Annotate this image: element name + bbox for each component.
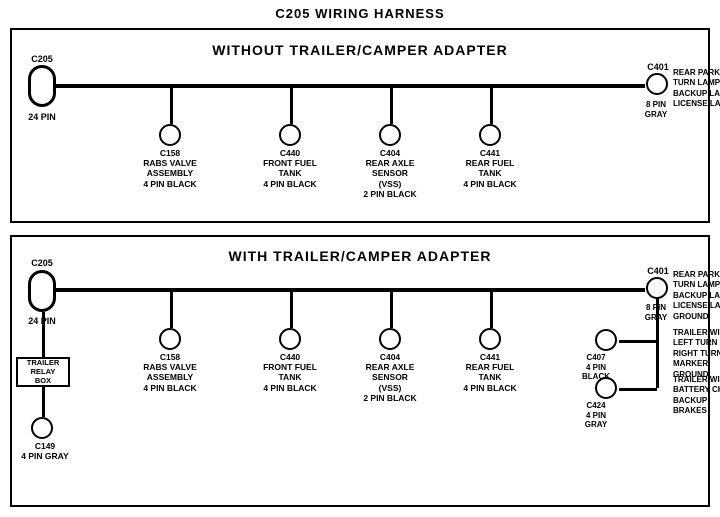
- bottom-wire-line: [55, 288, 645, 292]
- top-wire-line: [55, 84, 645, 88]
- bottom-c158-label: C158RABS VALVEASSEMBLY4 PIN BLACK: [140, 352, 200, 393]
- top-c441-dropline: [490, 86, 493, 124]
- bottom-c424-connector: [595, 377, 617, 399]
- top-c158-label: C158RABS VALVEASSEMBLY4 PIN BLACK: [140, 148, 200, 189]
- top-c401-pin-label: 8 PINGRAY: [636, 100, 676, 119]
- bottom-c407-desc-label: TRAILER WIRESLEFT TURNRIGHT TURNMARKERGR…: [673, 328, 720, 380]
- bottom-c424-id-label: C4244 PINGRAY: [576, 401, 616, 430]
- bottom-c401-desc-label: REAR PARK/STOPTURN LAMPSBACKUP LAMPSLICE…: [673, 270, 720, 322]
- top-c158-dropline: [170, 86, 173, 124]
- bottom-c440-label: C440FRONT FUELTANK4 PIN BLACK: [260, 352, 320, 393]
- top-c401-desc-label: REAR PARK/STOPTURN LAMPSBACKUP LAMPSLICE…: [673, 68, 720, 110]
- top-c205-id-label: C205: [22, 54, 62, 65]
- trailer-relay-dropline: [42, 312, 45, 357]
- bottom-c205-connector: [28, 270, 56, 312]
- bottom-c424-desc-label: TRAILER WIRESBATTERY CHARGEBACKUPBRAKES: [673, 375, 720, 417]
- top-c440-dropline: [290, 86, 293, 124]
- bottom-c441-label: C441REAR FUELTANK4 PIN BLACK: [460, 352, 520, 393]
- bottom-c404-dropline: [390, 290, 393, 328]
- bottom-c441-dropline: [490, 290, 493, 328]
- branch-line-c407: [619, 340, 657, 343]
- bottom-c158-connector: [159, 328, 181, 350]
- top-c441-connector: [479, 124, 501, 146]
- bottom-section-label: WITH TRAILER/CAMPER ADAPTER: [229, 248, 492, 264]
- top-c401-id-label: C401: [638, 62, 678, 73]
- top-c205-pin-label: 24 PIN: [20, 112, 64, 123]
- top-c401-connector: [646, 73, 668, 95]
- c149-dropline: [42, 387, 45, 417]
- top-c205-connector: [28, 65, 56, 107]
- branch-line-c424: [619, 388, 657, 391]
- bottom-c158-dropline: [170, 290, 173, 328]
- bottom-c401-id-label: C401: [638, 266, 678, 277]
- bottom-c404-connector: [379, 328, 401, 350]
- trailer-relay-label: TRAILERRELAYBOX: [14, 358, 72, 385]
- page-title: C205 WIRING HARNESS: [275, 0, 444, 21]
- bottom-c440-dropline: [290, 290, 293, 328]
- bottom-c440-connector: [279, 328, 301, 350]
- top-c441-label: C441REAR FUELTANK4 PIN BLACK: [460, 148, 520, 189]
- bottom-c407-connector: [595, 329, 617, 351]
- top-c404-dropline: [390, 86, 393, 124]
- top-section-label: WITHOUT TRAILER/CAMPER ADAPTER: [212, 42, 507, 58]
- diagram-container: C205 WIRING HARNESS WITHOUT TRAILER/CAMP…: [0, 0, 720, 500]
- top-c440-label: C440FRONT FUELTANK4 PIN BLACK: [260, 148, 320, 189]
- bottom-c149-connector: [31, 417, 53, 439]
- bottom-c401-connector: [646, 277, 668, 299]
- top-c404-label: C404REAR AXLESENSOR(VSS)2 PIN BLACK: [356, 148, 424, 199]
- top-c440-connector: [279, 124, 301, 146]
- bottom-c401-branch-line: [656, 298, 659, 388]
- bottom-c404-label: C404REAR AXLESENSOR(VSS)2 PIN BLACK: [356, 352, 424, 403]
- top-c404-connector: [379, 124, 401, 146]
- bottom-c149-label: C1494 PIN GRAY: [20, 441, 70, 461]
- bottom-c441-connector: [479, 328, 501, 350]
- top-c158-connector: [159, 124, 181, 146]
- bottom-c205-id-label: C205: [22, 258, 62, 269]
